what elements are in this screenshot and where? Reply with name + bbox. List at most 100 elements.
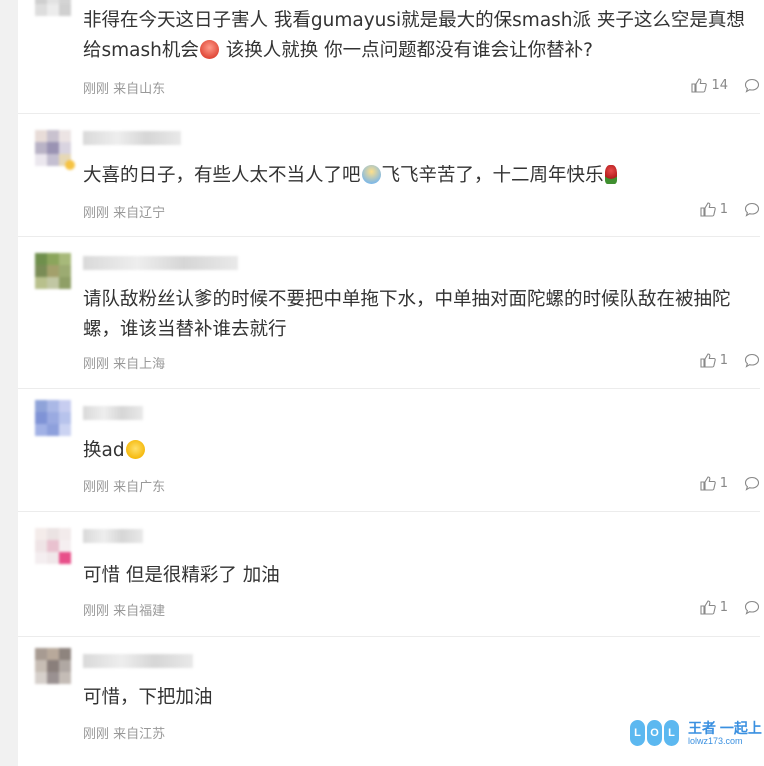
username[interactable] xyxy=(83,406,143,420)
comment-meta: 刚刚 来自广东 xyxy=(83,480,166,495)
avatar-pixel xyxy=(47,130,59,142)
avatar-pixel xyxy=(59,265,71,277)
comment-bubble-icon xyxy=(744,353,760,368)
comment-feed: 非得在今天这日子害人 我看gumayusi就是最大的保smash派 夹子这么空是… xyxy=(18,0,764,766)
lol-logo: L O L xyxy=(630,720,679,746)
avatar-pixel xyxy=(47,648,59,660)
comment-text: 请队敌粉丝认爹的时候不要把中单拖下水，中单抽对面陀螺的时候队敌在被抽陀螺，谁该当… xyxy=(83,289,731,340)
comment-item: 换ad 刚刚 来自广东 1 xyxy=(18,388,760,512)
comment-text: 非得在今天这日子害人 我看gumayusi就是最大的保smash派 夹子这么空是… xyxy=(83,10,745,61)
comment-item: 可惜 但是很精彩了 加油 刚刚 来自福建 1 xyxy=(18,511,760,637)
avatar-pixel xyxy=(47,672,59,684)
avatar-pixel xyxy=(35,277,47,289)
avatar-pixel xyxy=(35,130,47,142)
avatar-pixel xyxy=(35,424,47,436)
comment-bubble-icon xyxy=(744,476,760,491)
comment-meta: 刚刚 来自山东 xyxy=(83,82,166,97)
reply-button[interactable] xyxy=(744,476,760,491)
comment-actions: 1 xyxy=(700,353,760,368)
avatar[interactable] xyxy=(35,130,75,170)
avatar-pixel xyxy=(59,412,71,424)
like-button[interactable]: 14 xyxy=(691,78,728,93)
reply-button[interactable] xyxy=(744,202,760,217)
username[interactable] xyxy=(83,529,143,543)
thumbs-up-icon xyxy=(700,476,716,491)
reply-button[interactable] xyxy=(744,78,760,93)
avatar-pixel xyxy=(59,528,71,540)
comment-item: 非得在今天这日子害人 我看gumayusi就是最大的保smash派 夹子这么空是… xyxy=(18,0,760,114)
avatar-pixel xyxy=(47,540,59,552)
comment-text: 大喜的日子，有些人太不当人了吧 飞飞辛苦了，十二周年快乐 xyxy=(83,161,753,191)
comment-bubble-icon xyxy=(744,202,760,217)
like-count: 14 xyxy=(711,78,728,93)
comment-item: 请队敌粉丝认爹的时候不要把中单拖下水，中单抽对面陀螺的时候队敌在被抽陀螺，谁该当… xyxy=(18,236,760,389)
comment-text: 换ad xyxy=(83,436,753,466)
username[interactable] xyxy=(83,256,238,270)
avatar-pixel xyxy=(59,672,71,684)
avatar-pixel xyxy=(59,142,71,154)
username[interactable] xyxy=(83,654,193,668)
avatar[interactable] xyxy=(35,0,71,16)
avatar-pixel xyxy=(35,142,47,154)
verified-badge-icon xyxy=(65,160,75,170)
comment-actions: 14 xyxy=(691,78,760,93)
avatar-pixel xyxy=(47,265,59,277)
angry-face-icon xyxy=(199,40,219,59)
avatar-pixel xyxy=(47,528,59,540)
thumbs-up-icon xyxy=(691,78,708,93)
comment-text: 可惜 但是很精彩了 加油 xyxy=(83,565,280,586)
avatar-pixel xyxy=(35,4,47,16)
avatar[interactable] xyxy=(35,648,71,684)
avatar-pixel xyxy=(35,400,47,412)
thumbs-up-icon xyxy=(700,202,716,217)
reply-button[interactable] xyxy=(744,600,760,615)
reply-button[interactable] xyxy=(744,353,760,368)
avatar-pixel xyxy=(35,528,47,540)
like-button[interactable]: 1 xyxy=(700,476,728,491)
avatar-pixel xyxy=(47,412,59,424)
like-count: 1 xyxy=(719,202,728,217)
watermark-brand: 王者 一起上 xyxy=(688,720,762,736)
avatar-pixel xyxy=(47,424,59,436)
avatar-pixel xyxy=(47,4,59,16)
like-count: 1 xyxy=(719,476,728,491)
comment-meta: 刚刚 来自福建 xyxy=(83,604,166,619)
avatar-pixel xyxy=(59,400,71,412)
avatar-pixel xyxy=(59,277,71,289)
avatar-pixel xyxy=(59,253,71,265)
left-gutter xyxy=(0,0,18,766)
watermark-url: lolwz173.com xyxy=(688,736,743,746)
like-button[interactable]: 1 xyxy=(700,600,728,615)
like-count: 1 xyxy=(719,353,728,368)
rose-icon xyxy=(604,165,617,184)
avatar[interactable] xyxy=(35,528,71,564)
like-button[interactable]: 1 xyxy=(700,353,728,368)
like-count: 1 xyxy=(719,600,728,615)
comment-meta: 刚刚 来自辽宁 xyxy=(83,206,166,221)
avatar-pixel xyxy=(59,540,71,552)
like-button[interactable]: 1 xyxy=(700,202,728,217)
username[interactable] xyxy=(83,131,181,145)
avatar-pixel xyxy=(35,648,47,660)
avatar-pixel xyxy=(59,424,71,436)
comment-bubble-icon xyxy=(744,600,760,615)
avatar-pixel xyxy=(35,540,47,552)
avatar-pixel xyxy=(59,648,71,660)
comment-item: 大喜的日子，有些人太不当人了吧 飞飞辛苦了，十二周年快乐 刚刚 来自辽宁 1 xyxy=(18,113,760,237)
comment-actions: 1 xyxy=(700,202,760,217)
comment-text: 可惜，下把加油 xyxy=(83,687,213,708)
avatar-pixel xyxy=(47,660,59,672)
avatar-pixel xyxy=(47,142,59,154)
watermark-logo: L O L 王者 一起上 lolwz173.com xyxy=(630,718,764,752)
comment-meta: 刚刚 来自上海 xyxy=(83,357,166,372)
avatar-pixel xyxy=(35,672,47,684)
thumbs-up-icon xyxy=(700,353,716,368)
avatar[interactable] xyxy=(35,400,71,436)
avatar-pixel xyxy=(35,154,47,166)
avatar[interactable] xyxy=(35,253,71,289)
avatar-pixel xyxy=(47,253,59,265)
baby-face-icon xyxy=(361,165,381,184)
avatar-pixel xyxy=(59,4,71,16)
avatar-pixel xyxy=(59,660,71,672)
comment-bubble-icon xyxy=(744,78,760,93)
